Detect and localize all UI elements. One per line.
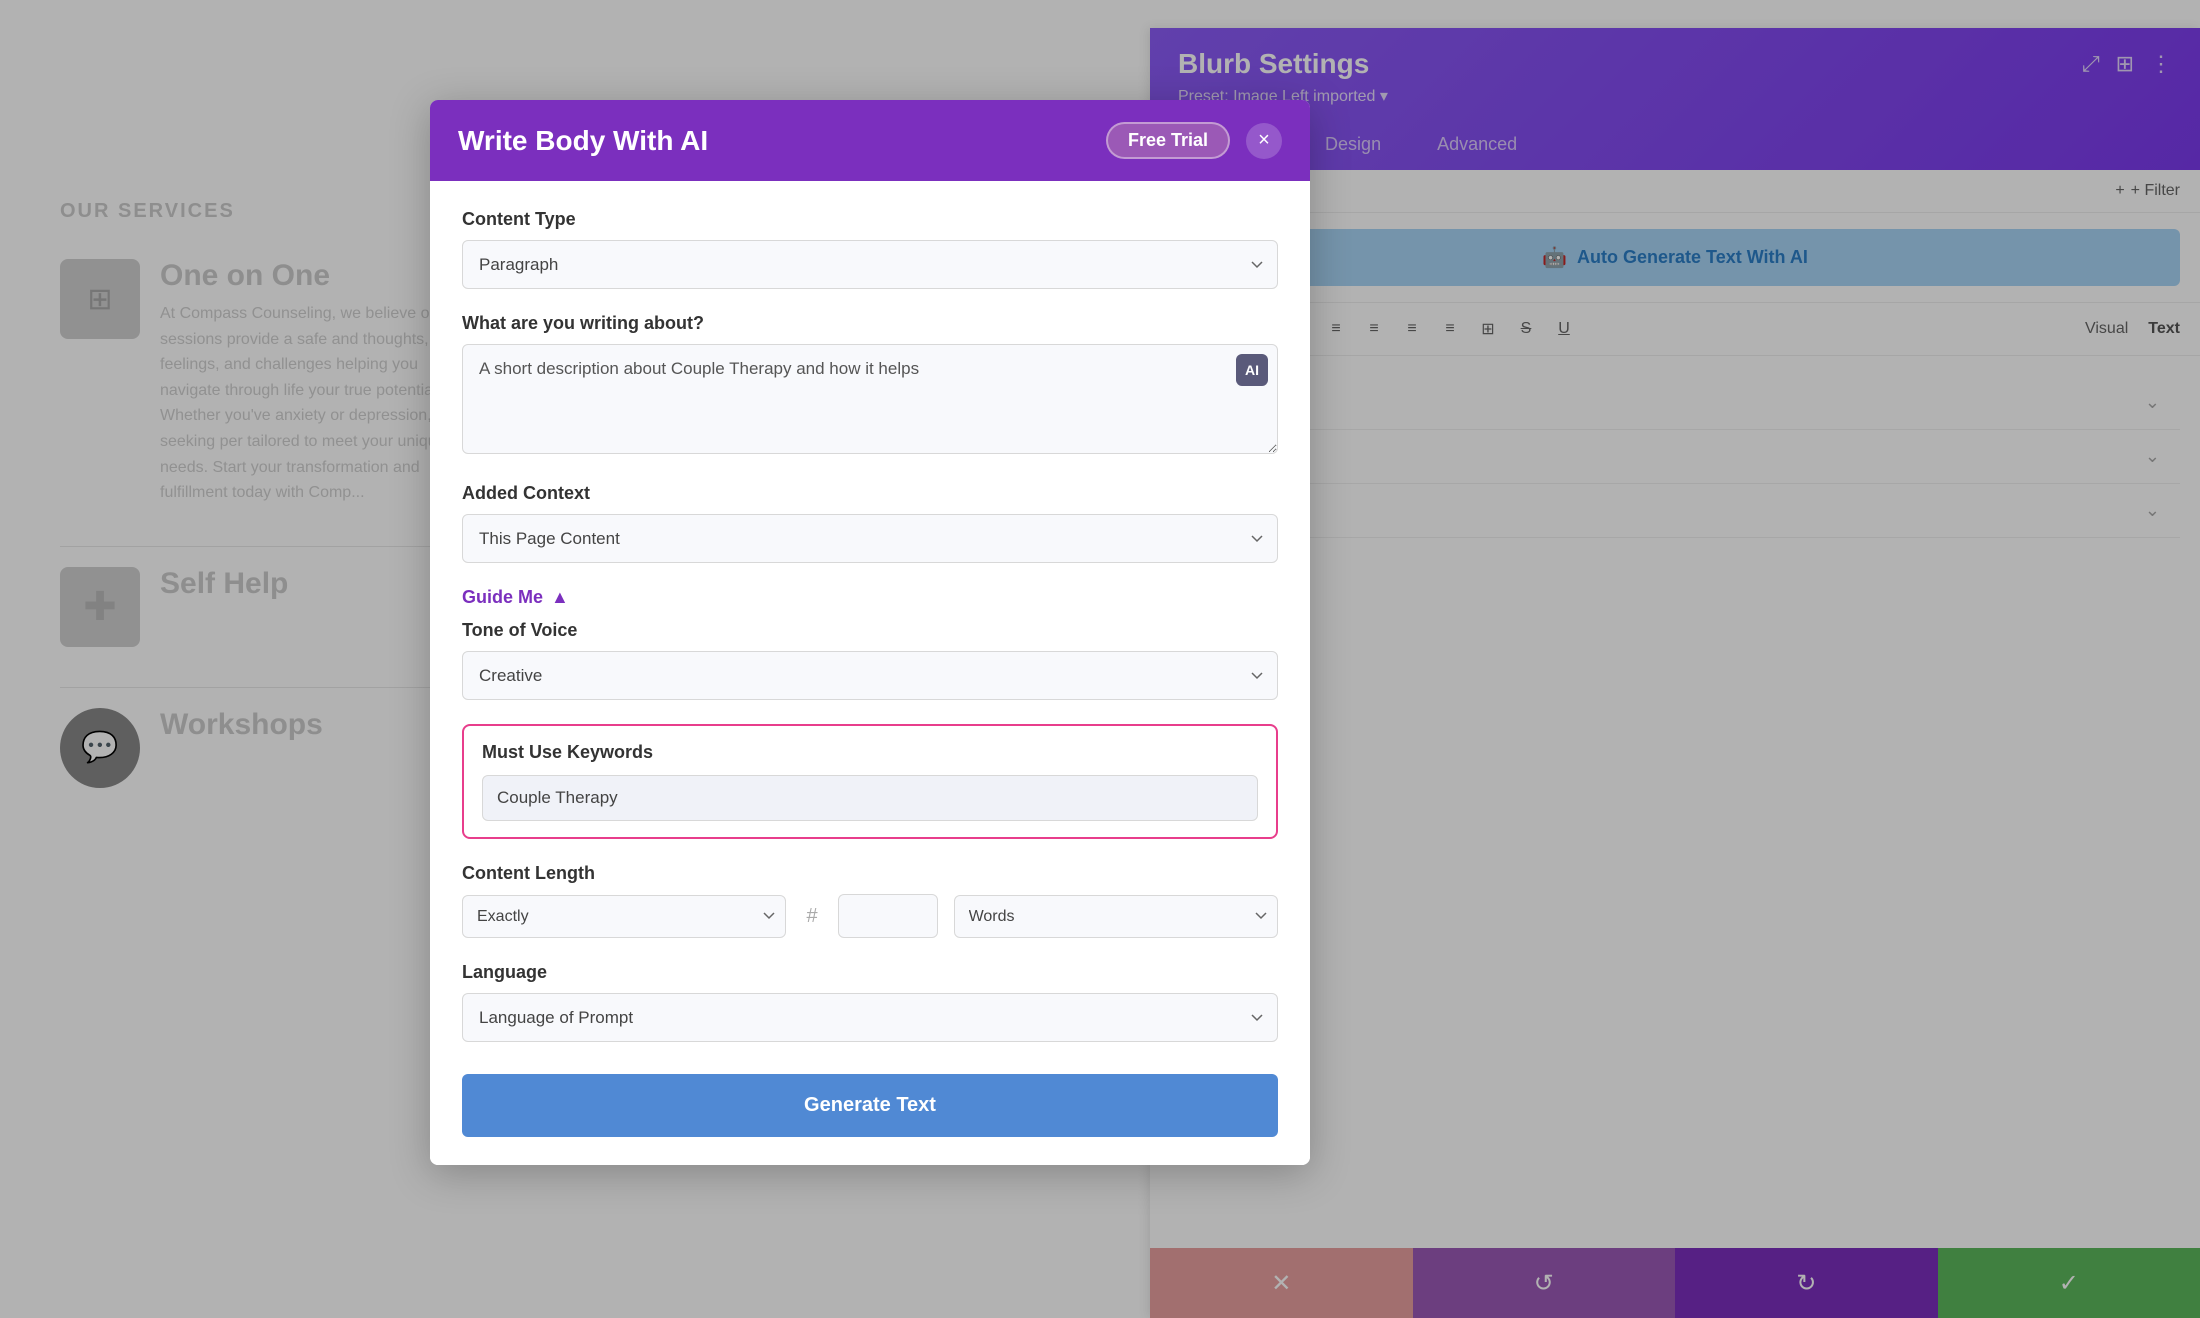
- writing-about-textarea[interactable]: [462, 344, 1278, 454]
- language-group: Language Language of Prompt: [462, 962, 1278, 1042]
- added-context-select[interactable]: This Page Content: [462, 514, 1278, 563]
- ai-modal-header-right: Free Trial ×: [1106, 122, 1282, 159]
- language-select[interactable]: Language of Prompt: [462, 993, 1278, 1042]
- ai-modal-title: Write Body With AI: [458, 125, 708, 157]
- keywords-input[interactable]: [482, 775, 1258, 821]
- ai-modal: Write Body With AI Free Trial × Content …: [430, 100, 1310, 1165]
- generate-text-button[interactable]: Generate Text: [462, 1074, 1278, 1137]
- guide-me-row: Guide Me ▲: [462, 587, 1278, 608]
- content-type-select[interactable]: Paragraph: [462, 240, 1278, 289]
- keywords-label: Must Use Keywords: [482, 742, 1258, 763]
- tone-of-voice-group: Tone of Voice Creative: [462, 620, 1278, 700]
- textarea-wrapper: AI: [462, 344, 1278, 459]
- content-type-label: Content Type: [462, 209, 1278, 230]
- writing-about-group: What are you writing about? AI: [462, 313, 1278, 459]
- unit-select[interactable]: Words: [954, 895, 1278, 938]
- hash-symbol: #: [802, 905, 821, 928]
- ai-modal-body: Content Type Paragraph What are you writ…: [430, 181, 1310, 1165]
- free-trial-badge: Free Trial: [1106, 122, 1230, 159]
- ai-modal-header: Write Body With AI Free Trial ×: [430, 100, 1310, 181]
- content-type-group: Content Type Paragraph: [462, 209, 1278, 289]
- length-number-input[interactable]: [838, 894, 938, 938]
- added-context-label: Added Context: [462, 483, 1278, 504]
- guide-me-link[interactable]: Guide Me: [462, 587, 543, 608]
- content-length-group: Content Length Exactly # Words: [462, 863, 1278, 938]
- keywords-section: Must Use Keywords: [462, 724, 1278, 839]
- language-label: Language: [462, 962, 1278, 983]
- content-length-controls: Exactly # Words: [462, 894, 1278, 938]
- guide-me-arrow-icon: ▲: [551, 587, 569, 608]
- content-length-label: Content Length: [462, 863, 1278, 884]
- added-context-group: Added Context This Page Content: [462, 483, 1278, 563]
- tone-of-voice-select[interactable]: Creative: [462, 651, 1278, 700]
- ai-badge: AI: [1236, 354, 1268, 386]
- tone-of-voice-label: Tone of Voice: [462, 620, 1278, 641]
- close-button[interactable]: ×: [1246, 123, 1282, 159]
- writing-about-label: What are you writing about?: [462, 313, 1278, 334]
- quantity-select[interactable]: Exactly: [462, 895, 786, 938]
